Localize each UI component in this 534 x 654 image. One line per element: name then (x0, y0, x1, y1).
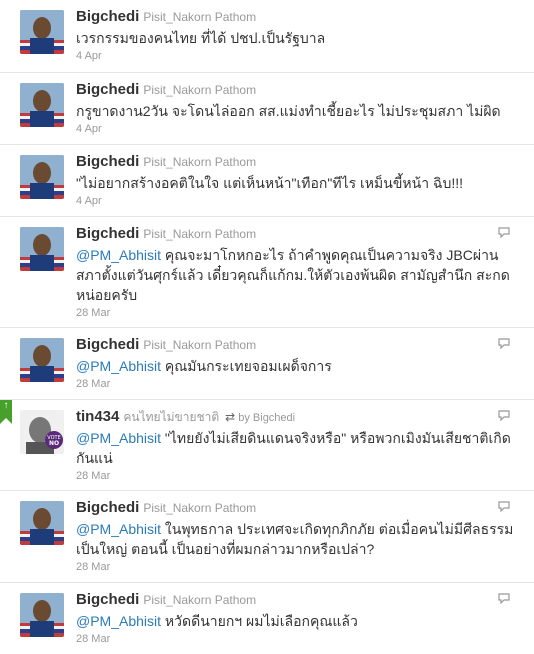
user-name[interactable]: Bigchedi (76, 499, 139, 516)
tweet-item[interactable]: Bigchedi Pisit_Nakorn Pathom @PM_Abhisit … (0, 328, 534, 400)
tweet-timestamp[interactable]: 4 Apr (76, 122, 524, 136)
reply-icon[interactable] (498, 227, 510, 238)
tweet-item[interactable]: ↑ VOTE NO tin434 คนไทยไม่ขายชาติ ⇄ by Bigche… (0, 400, 534, 491)
tweet-text: "ไม่อยากสร้างอคติในใจ แต่เห็นหน้า"เทือก"… (76, 173, 524, 193)
tweet-text: @PM_Abhisit ในพุทธกาล ประเทศจะเกิดทุกภิก… (76, 519, 524, 559)
user-name[interactable]: Bigchedi (76, 153, 139, 170)
user-handle: คนไทยไม่ขายชาติ (123, 410, 220, 424)
tweet-item[interactable]: Bigchedi Pisit_Nakorn Pathom @PM_Abhisit … (0, 583, 534, 654)
retweeted-by: ⇄ by Bigchedi (225, 410, 295, 424)
user-name[interactable]: tin434 (76, 408, 119, 425)
user-handle: Pisit_Nakorn Pathom (143, 501, 257, 515)
mention-link[interactable]: @PM_Abhisit (76, 430, 161, 446)
tweet-body: กรูขาดงาน2วัน จะโดนไล่ออก สส.แม่งทำเชี้ย… (76, 103, 501, 119)
user-avatar[interactable] (20, 227, 64, 271)
tweet-text: @PM_Abhisit คุณมันกระเทยจอมเผด็จการ (76, 356, 524, 376)
user-avatar[interactable] (20, 155, 64, 199)
user-avatar[interactable] (20, 501, 64, 545)
tweet-body: คุณมันกระเทยจอมเผด็จการ (161, 358, 332, 374)
tweet-body: "ไม่อยากสร้างอคติในใจ แต่เห็นหน้า"เทือก"… (76, 175, 464, 191)
tweet-text: @PM_Abhisit คุณจะมาโกหกอะไร ถ้าคำพูดคุณเ… (76, 245, 524, 305)
tweet-item[interactable]: Bigchedi Pisit_Nakorn Pathom @PM_Abhisit … (0, 217, 534, 328)
retweet-flag-icon: ↑ (0, 400, 12, 424)
user-handle: Pisit_Nakorn Pathom (143, 83, 257, 97)
tweet-timestamp[interactable]: 28 Mar (76, 469, 524, 483)
tweet-timestamp[interactable]: 28 Mar (76, 377, 524, 391)
user-avatar[interactable] (20, 83, 64, 127)
user-avatar[interactable] (20, 593, 64, 637)
user-handle: Pisit_Nakorn Pathom (143, 338, 257, 352)
mention-link[interactable]: @PM_Abhisit (76, 613, 161, 629)
reply-icon[interactable] (498, 593, 510, 604)
mention-link[interactable]: @PM_Abhisit (76, 247, 161, 263)
tweet-text: เวรกรรมของคนไทย ที่ได้ ปชป.เป็นรัฐบาล (76, 28, 524, 48)
tweet-timestamp[interactable]: 28 Mar (76, 632, 524, 646)
tweet-item[interactable]: Bigchedi Pisit_Nakorn Pathom "ไม่อยากสร้า… (0, 145, 534, 217)
tweet-body: เวรกรรมของคนไทย ที่ได้ ปชป.เป็นรัฐบาล (76, 30, 326, 46)
user-name[interactable]: Bigchedi (76, 336, 139, 353)
tweet-text: @PM_Abhisit หวัดดีนายกฯ ผมไม่เลือกคุณแล้… (76, 611, 524, 631)
mention-link[interactable]: @PM_Abhisit (76, 521, 161, 537)
user-name[interactable]: Bigchedi (76, 225, 139, 242)
user-handle: Pisit_Nakorn Pathom (143, 155, 257, 169)
reply-icon[interactable] (498, 338, 510, 349)
tweet-text: กรูขาดงาน2วัน จะโดนไล่ออก สส.แม่งทำเชี้ย… (76, 101, 524, 121)
tweet-item[interactable]: Bigchedi Pisit_Nakorn Pathom กรูขาดงาน2วั… (0, 73, 534, 145)
tweet-timestamp[interactable]: 4 Apr (76, 49, 524, 63)
user-handle: Pisit_Nakorn Pathom (143, 593, 257, 607)
user-handle: Pisit_Nakorn Pathom (143, 227, 257, 241)
user-avatar[interactable] (20, 338, 64, 382)
tweet-timeline: Bigchedi Pisit_Nakorn Pathom เวรกรรมของคน… (0, 0, 534, 654)
tweet-item[interactable]: Bigchedi Pisit_Nakorn Pathom @PM_Abhisit … (0, 491, 534, 583)
tweet-text: @PM_Abhisit "ไทยยังไม่เสียดินแดนจริงหรือ… (76, 428, 524, 468)
tweet-timestamp[interactable]: 4 Apr (76, 194, 524, 208)
user-handle: Pisit_Nakorn Pathom (143, 10, 257, 24)
user-avatar[interactable]: VOTE NO (20, 410, 64, 454)
user-name[interactable]: Bigchedi (76, 591, 139, 608)
user-name[interactable]: Bigchedi (76, 8, 139, 25)
retweet-icon: ⇄ (225, 410, 236, 424)
reply-icon[interactable] (498, 501, 510, 512)
reply-icon[interactable] (498, 410, 510, 421)
mention-link[interactable]: @PM_Abhisit (76, 358, 161, 374)
retweeted-by-label[interactable]: by Bigchedi (238, 412, 295, 424)
tweet-timestamp[interactable]: 28 Mar (76, 560, 524, 574)
avatar-badge-no: NO (49, 440, 59, 447)
user-avatar[interactable] (20, 10, 64, 54)
tweet-timestamp[interactable]: 28 Mar (76, 306, 524, 320)
tweet-body: หวัดดีนายกฯ ผมไม่เลือกคุณแล้ว (161, 613, 358, 629)
tweet-item[interactable]: Bigchedi Pisit_Nakorn Pathom เวรกรรมของคน… (0, 0, 534, 73)
user-name[interactable]: Bigchedi (76, 81, 139, 98)
